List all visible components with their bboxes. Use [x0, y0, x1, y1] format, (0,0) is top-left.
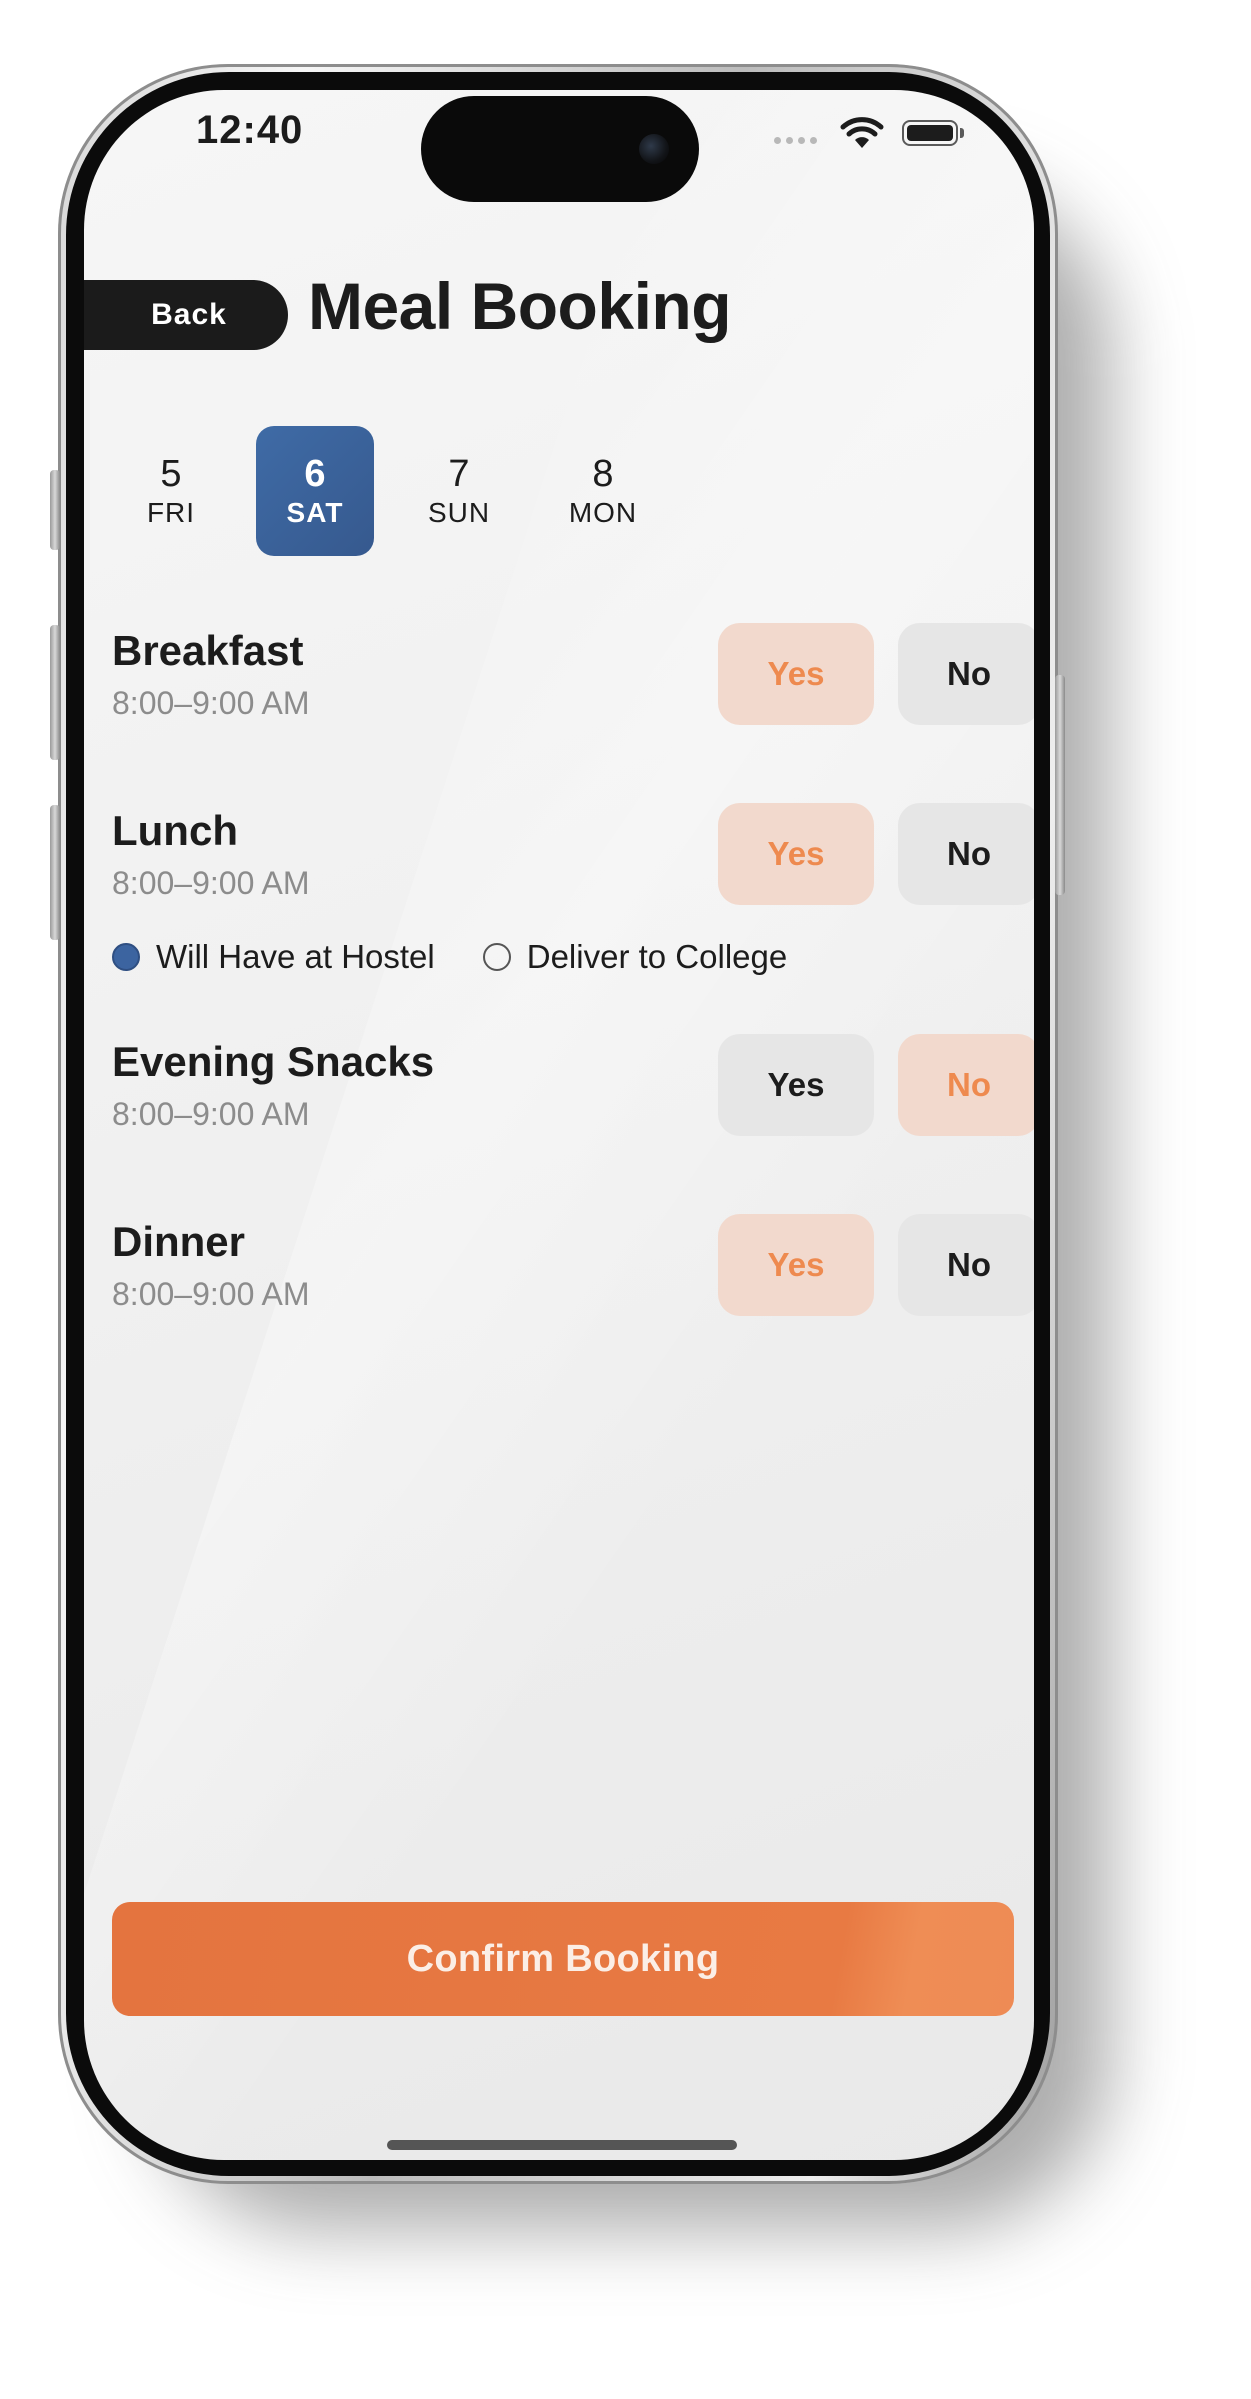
date-chip-8[interactable]: 8 MON: [544, 426, 662, 556]
date-day: 7: [448, 453, 470, 495]
date-chip-6[interactable]: 6 SAT: [256, 426, 374, 556]
evening-snacks-yes-button[interactable]: Yes: [718, 1034, 874, 1136]
breakfast-yes-button[interactable]: Yes: [718, 623, 874, 725]
dinner-no-button[interactable]: No: [898, 1214, 1034, 1316]
wifi-icon: [840, 117, 884, 148]
battery-icon: [902, 120, 958, 146]
date-day: 8: [592, 453, 614, 495]
device-mockup: 12:40 Back Meal Booking 5 FRI 6 SAT 7 SU…: [0, 0, 1251, 2399]
radio-label: Will Have at Hostel: [156, 938, 435, 975]
radio-unchecked-icon: [482, 943, 511, 971]
date-day: 6: [304, 453, 326, 495]
dinner-yes-button[interactable]: Yes: [718, 1214, 874, 1316]
breakfast-no-button[interactable]: No: [898, 623, 1034, 725]
meal-name: Lunch: [112, 807, 238, 854]
battery-level: [907, 125, 953, 141]
front-camera-icon: [639, 134, 669, 164]
cellular-signal-icon: [774, 137, 817, 144]
dynamic-island: [421, 96, 699, 202]
lunch-yes-button[interactable]: Yes: [718, 803, 874, 905]
power-button: [1055, 675, 1065, 895]
date-weekday: MON: [568, 497, 638, 528]
date-selector: 5 FRI 6 SAT 7 SUN 8 MON: [112, 426, 662, 556]
meal-time: 8:00–9:00 AM: [112, 685, 310, 721]
meal-name: Dinner: [112, 1218, 246, 1265]
volume-down-button: [50, 805, 60, 940]
battery-cap: [960, 128, 964, 138]
app-screen: 12:40 Back Meal Booking 5 FRI 6 SAT 7 SU…: [84, 90, 1034, 2160]
meal-row-lunch: Lunch 8:00–9:00 AM Yes No: [112, 803, 1034, 913]
status-time: 12:40: [196, 108, 304, 152]
radio-hostel[interactable]: Will Have at Hostel: [112, 938, 435, 976]
confirm-booking-button[interactable]: Confirm Booking: [112, 1902, 1014, 2016]
meal-row-dinner: Dinner 8:00–9:00 AM Yes No: [112, 1214, 1034, 1324]
date-chip-7[interactable]: 7 SUN: [400, 426, 518, 556]
meal-row-evening-snacks: Evening Snacks 8:00–9:00 AM Yes No: [112, 1034, 1034, 1144]
radio-checked-icon: [112, 943, 140, 971]
lunch-delivery-options: Will Have at Hostel Deliver to College: [112, 938, 835, 976]
meal-row-breakfast: Breakfast 8:00–9:00 AM Yes No: [112, 623, 1034, 733]
date-chip-5[interactable]: 5 FRI: [112, 426, 230, 556]
volume-up-button: [50, 625, 60, 760]
meal-name: Evening Snacks: [112, 1038, 435, 1085]
meal-time: 8:00–9:00 AM: [112, 865, 310, 901]
date-weekday: FRI: [146, 497, 196, 528]
radio-college[interactable]: Deliver to College: [482, 938, 788, 976]
page-title: Meal Booking: [308, 269, 732, 343]
meal-name: Breakfast: [112, 627, 304, 674]
meal-time: 8:00–9:00 AM: [112, 1276, 310, 1312]
radio-label: Deliver to College: [526, 938, 788, 975]
home-indicator[interactable]: [387, 2140, 737, 2150]
action-button: [50, 470, 60, 550]
date-weekday: SAT: [286, 497, 344, 528]
meal-time: 8:00–9:00 AM: [112, 1096, 310, 1132]
date-day: 5: [160, 453, 182, 495]
back-button[interactable]: Back: [84, 280, 288, 350]
date-weekday: SUN: [427, 497, 491, 528]
lunch-no-button[interactable]: No: [898, 803, 1034, 905]
evening-snacks-no-button[interactable]: No: [898, 1034, 1034, 1136]
